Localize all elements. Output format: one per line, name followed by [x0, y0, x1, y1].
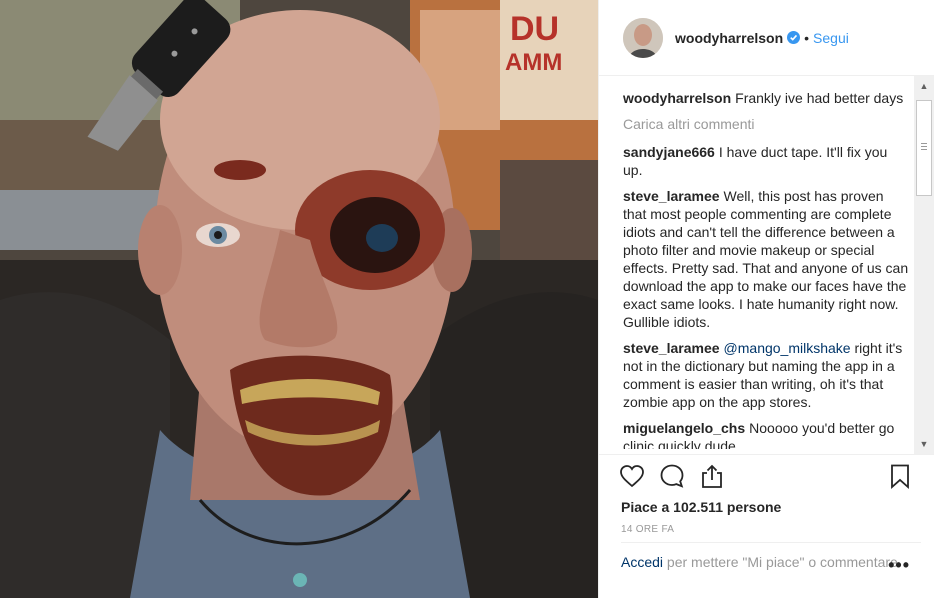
login-prompt: Accedi per mettere "Mi piace" o commenta…: [621, 542, 921, 571]
comment-item: steve_laramee @mango_milkshake right it's…: [623, 339, 909, 411]
login-prompt-text: per mettere "Mi piace" o commentare.: [663, 554, 902, 570]
comment-username[interactable]: miguelangelo_chs: [623, 420, 745, 436]
svg-text:DU: DU: [510, 10, 559, 48]
login-link[interactable]: Accedi: [621, 554, 663, 570]
post-timestamp: 14 ORE FA: [621, 524, 675, 535]
caption-text: Frankly ive had better days: [735, 90, 904, 106]
post-author-username[interactable]: woodyharrelson: [675, 30, 783, 46]
post-sidebar: woodyharrelson • Segui woodyharrelson Fra…: [598, 0, 934, 598]
avatar-image: [623, 17, 663, 58]
verified-badge-icon: [787, 31, 801, 44]
comment-username[interactable]: steve_laramee: [623, 188, 720, 204]
comment-item: sandyjane666 I have duct tape. It'll fix …: [623, 143, 909, 179]
share-icon[interactable]: [699, 463, 725, 489]
separator-dot: •: [804, 29, 810, 46]
bookmark-icon[interactable]: [887, 463, 913, 489]
heart-icon[interactable]: [619, 463, 645, 489]
comments-list[interactable]: woodyharrelson Frankly ive had better day…: [623, 89, 909, 449]
load-more-comments[interactable]: Carica altri commenti: [623, 115, 909, 133]
caption-username[interactable]: woodyharrelson: [623, 90, 731, 106]
comment-item: miguelangelo_chs Nooooo you'd better go c…: [623, 419, 909, 449]
comment-text: Well, this post has proven that most peo…: [623, 188, 909, 330]
avatar[interactable]: [623, 17, 663, 58]
instagram-post: DU AMM woodyharrelson • Segui woodyharre…: [0, 0, 934, 598]
comment-username[interactable]: sandyjane666: [623, 144, 715, 160]
scrollbar-thumb[interactable]: [916, 100, 932, 196]
caption: woodyharrelson Frankly ive had better day…: [623, 89, 909, 107]
scroll-down-arrow-icon[interactable]: ▼: [914, 436, 934, 452]
comment-mention[interactable]: @mango_milkshake: [724, 340, 851, 356]
likes-count[interactable]: Piace a 102.511 persone: [621, 499, 781, 515]
scrollbar-grip: [921, 143, 927, 144]
svg-text:AMM: AMM: [505, 49, 562, 76]
post-actions: Piace a 102.511 persone 14 ORE FA: [599, 454, 934, 550]
scrollbar-grip: [921, 146, 927, 147]
comment-item: steve_laramee Well, this post has proven …: [623, 187, 909, 331]
zombie-selfie-image: DU AMM: [0, 0, 598, 598]
scrollbar-grip: [921, 149, 927, 150]
follow-button[interactable]: Segui: [813, 30, 849, 46]
comment-icon[interactable]: [659, 463, 685, 489]
more-options-icon[interactable]: •••: [888, 555, 910, 576]
post-header: woodyharrelson • Segui: [599, 0, 934, 76]
comment-username[interactable]: steve_laramee: [623, 340, 720, 356]
post-photo[interactable]: DU AMM: [0, 0, 598, 598]
scroll-up-arrow-icon[interactable]: ▲: [914, 78, 934, 94]
comments-scrollbar[interactable]: ▲ ▼: [914, 76, 934, 454]
